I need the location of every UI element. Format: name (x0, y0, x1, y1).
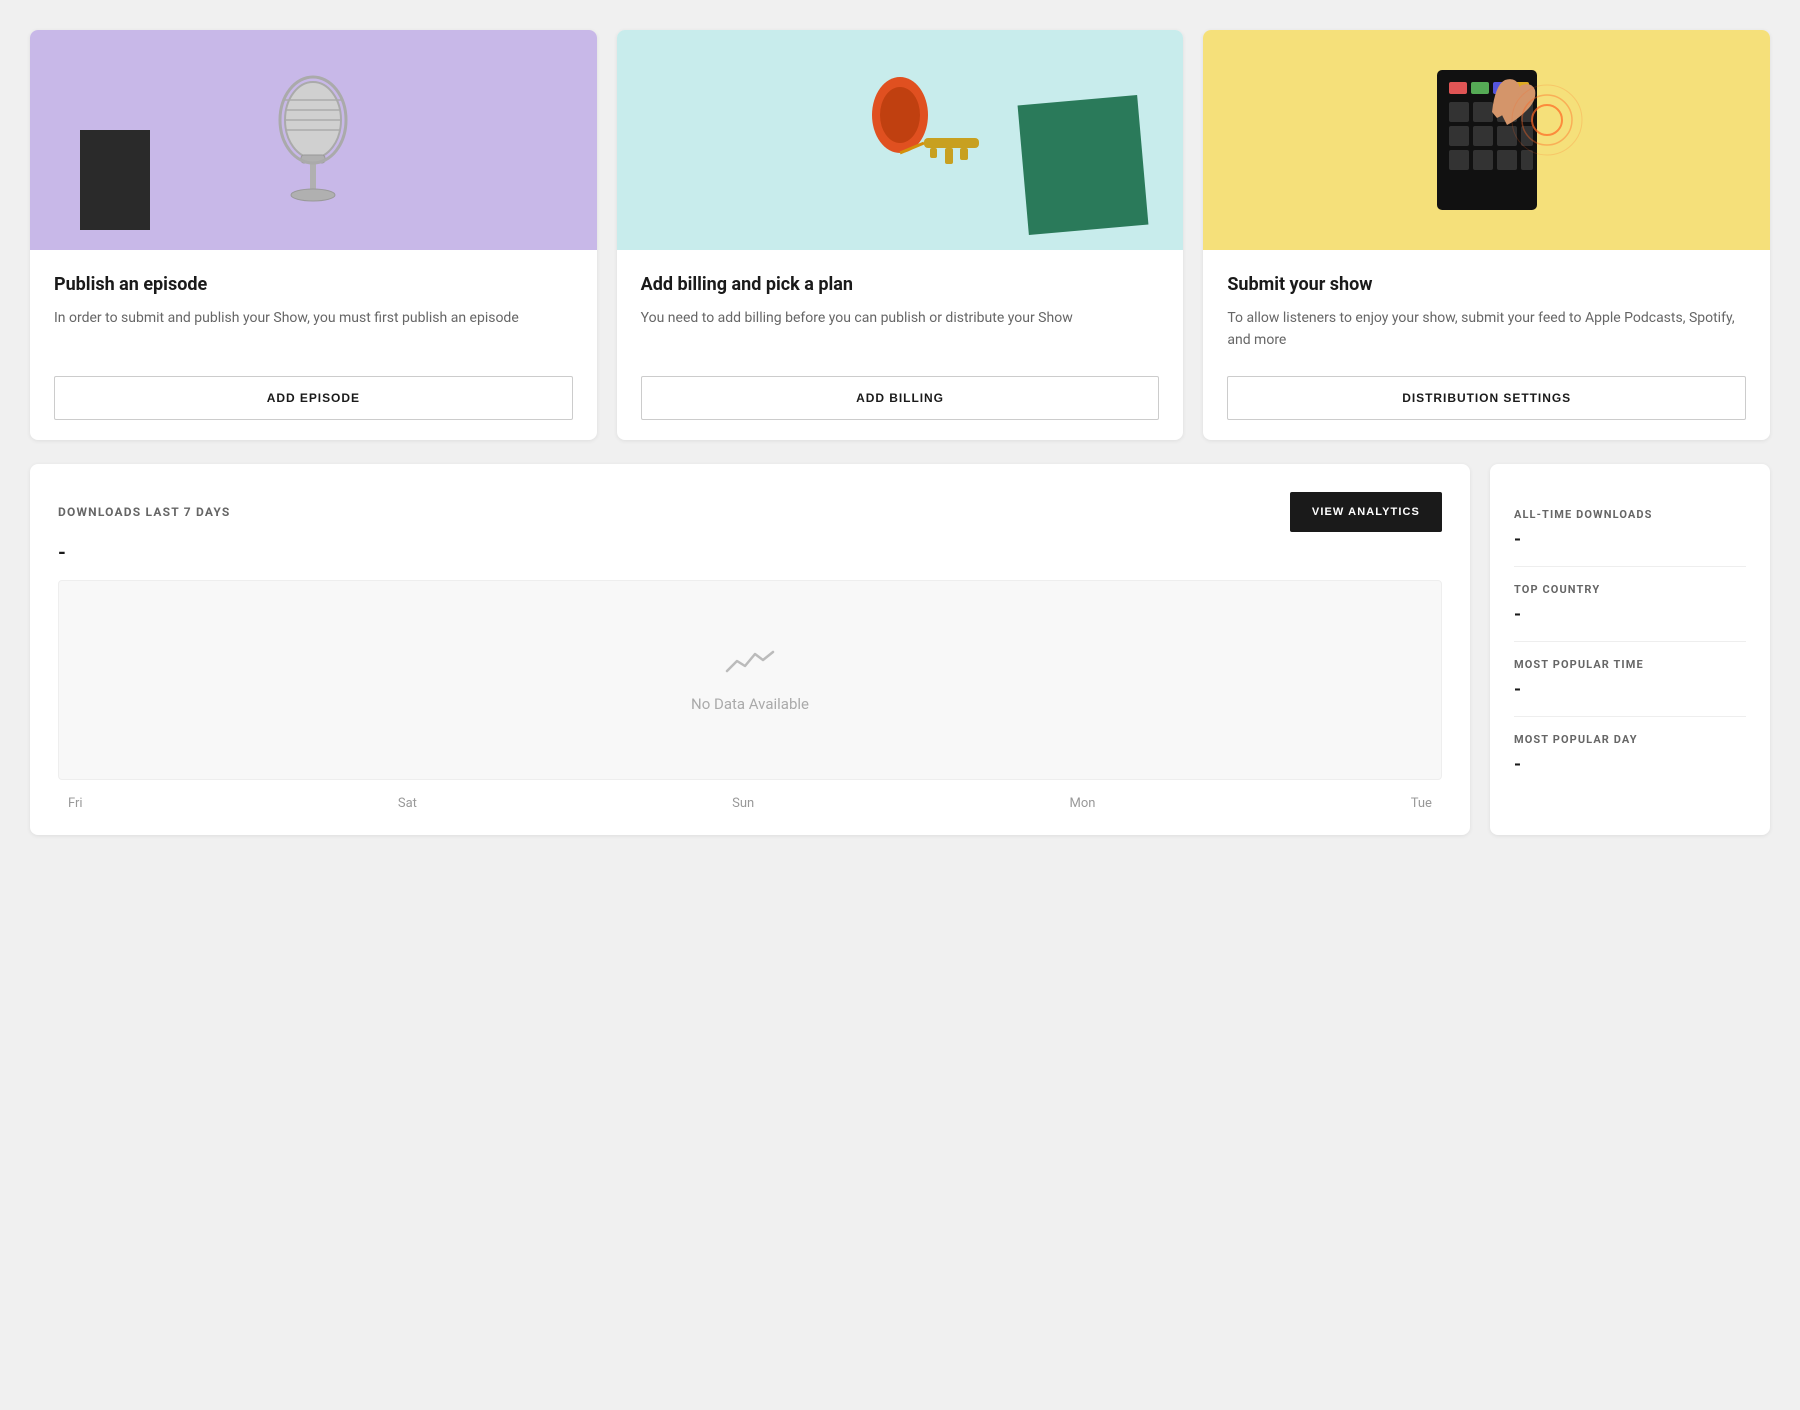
card-publish-episode: Publish an episode In order to submit an… (30, 30, 597, 440)
analytics-dash-value: - (58, 540, 1442, 564)
card-title-publish: Publish an episode (54, 274, 573, 295)
chart-xaxis: Fri Sat Sun Mon Tue (58, 796, 1442, 811)
stat-label-1: TOP COUNTRY (1514, 583, 1746, 596)
stats-panel: ALL-TIME DOWNLOADS - TOP COUNTRY - MOST … (1490, 464, 1770, 835)
stat-item-2: MOST POPULAR TIME - (1514, 642, 1746, 717)
card-body-publish: Publish an episode In order to submit an… (30, 250, 597, 440)
card-add-billing: Add billing and pick a plan You need to … (617, 30, 1184, 440)
analytics-header: DOWNLOADS LAST 7 DAYS VIEW ANALYTICS (58, 492, 1442, 532)
stat-item-0: ALL-TIME DOWNLOADS - (1514, 492, 1746, 567)
card-image-microphone (30, 30, 597, 250)
stat-value-1: - (1514, 604, 1746, 625)
xaxis-label-2: Sun (732, 796, 754, 811)
stat-item-1: TOP COUNTRY - (1514, 567, 1746, 642)
card-desc-submit: To allow listeners to enjoy your show, s… (1227, 307, 1746, 352)
green-accent-rect (1018, 95, 1149, 235)
bg-texture (80, 130, 150, 230)
card-body-billing: Add billing and pick a plan You need to … (617, 250, 1184, 440)
chart-no-data-icon (725, 646, 775, 685)
xaxis-label-4: Tue (1411, 796, 1432, 811)
view-analytics-button[interactable]: VIEW ANALYTICS (1290, 492, 1442, 532)
stat-value-0: - (1514, 529, 1746, 550)
add-billing-button[interactable]: ADD BILLING (641, 376, 1160, 420)
add-episode-button[interactable]: ADD EPISODE (54, 376, 573, 420)
stat-label-3: MOST POPULAR DAY (1514, 733, 1746, 746)
no-data-label: No Data Available (691, 695, 809, 713)
xaxis-label-3: Mon (1070, 796, 1096, 811)
analytics-title: DOWNLOADS LAST 7 DAYS (58, 505, 230, 519)
card-submit-show: Submit your show To allow listeners to e… (1203, 30, 1770, 440)
card-title-billing: Add billing and pick a plan (641, 274, 1160, 295)
key-svg (820, 60, 980, 220)
xaxis-label-0: Fri (68, 796, 83, 811)
microphone-svg (253, 50, 373, 230)
card-title-submit: Submit your show (1227, 274, 1746, 295)
stat-value-2: - (1514, 679, 1746, 700)
xaxis-label-1: Sat (398, 796, 417, 811)
card-image-device (1203, 30, 1770, 250)
card-desc-publish: In order to submit and publish your Show… (54, 307, 573, 352)
chart-area: No Data Available (58, 580, 1442, 780)
stat-label-0: ALL-TIME DOWNLOADS (1514, 508, 1746, 521)
stat-item-3: MOST POPULAR DAY - (1514, 717, 1746, 791)
distribution-settings-button[interactable]: DISTRIBUTION SETTINGS (1227, 376, 1746, 420)
stat-value-3: - (1514, 754, 1746, 775)
card-desc-billing: You need to add billing before you can p… (641, 307, 1160, 352)
analytics-panel: DOWNLOADS LAST 7 DAYS VIEW ANALYTICS - N… (30, 464, 1470, 835)
device-hand-svg (1387, 40, 1587, 240)
bottom-row: DOWNLOADS LAST 7 DAYS VIEW ANALYTICS - N… (30, 464, 1770, 835)
card-image-key (617, 30, 1184, 250)
stat-label-2: MOST POPULAR TIME (1514, 658, 1746, 671)
card-body-submit: Submit your show To allow listeners to e… (1203, 250, 1770, 440)
cards-row: Publish an episode In order to submit an… (30, 30, 1770, 440)
